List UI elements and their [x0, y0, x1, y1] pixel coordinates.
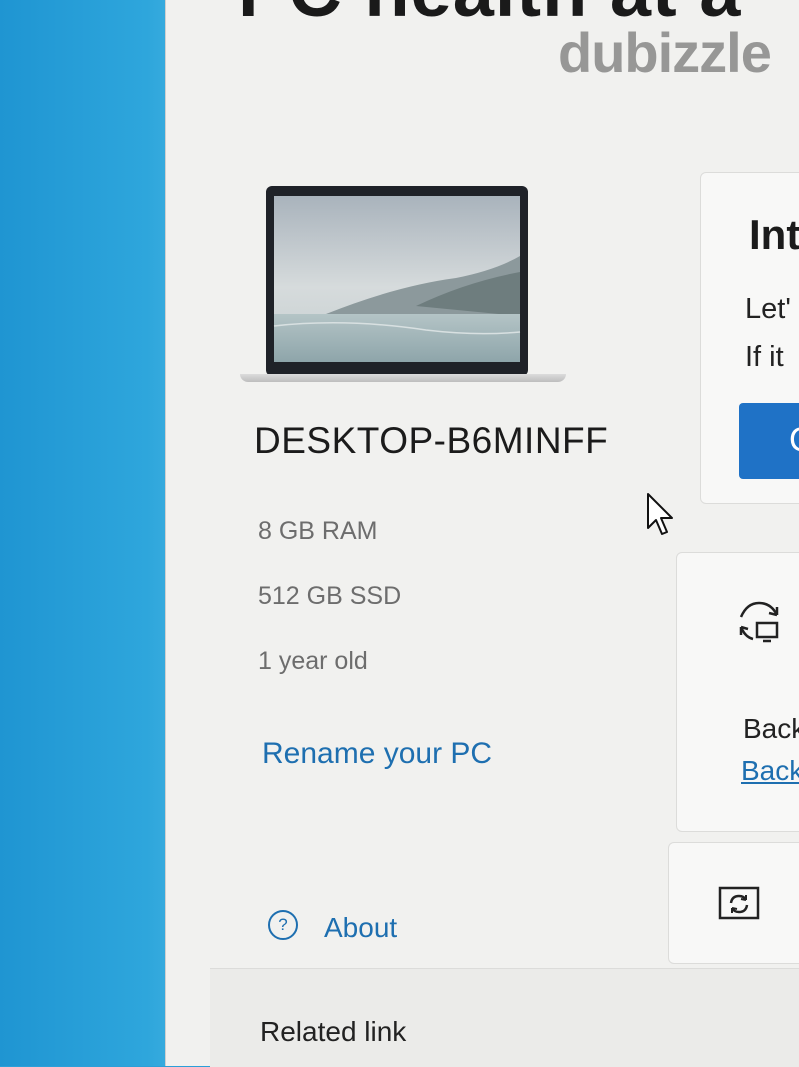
spec-ram: 8 GB RAM [258, 517, 378, 545]
sync-backup-icon [739, 601, 779, 643]
intro-card-button[interactable]: C [739, 403, 799, 479]
update-card [668, 842, 799, 964]
question-circle-icon: ? [268, 910, 298, 940]
spec-age: 1 year old [258, 647, 368, 675]
backup-card-link[interactable]: Back [741, 755, 799, 787]
mouse-cursor-icon [647, 493, 673, 535]
intro-card-button-label: C [789, 421, 799, 460]
intro-card-title: Int [749, 211, 799, 258]
about-label: About [324, 912, 398, 943]
laptop-illustration [240, 186, 566, 386]
laptop-screen [266, 186, 528, 376]
refresh-icon [718, 886, 760, 920]
rename-pc-link[interactable]: Rename your PC [262, 737, 492, 771]
pc-name: DESKTOP-B6MINFF [254, 420, 609, 461]
intro-card: Int Let' If it C [700, 172, 799, 504]
watermark: dubizzle [558, 21, 772, 84]
intro-card-line-2: If it [745, 341, 784, 373]
backup-card: Back Back [676, 552, 799, 832]
related-link-heading: Related link [260, 1016, 407, 1047]
spec-storage: 512 GB SSD [258, 582, 402, 610]
laptop-base [240, 374, 566, 382]
intro-card-line-1: Let' [745, 293, 791, 325]
landscape-wallpaper-image [273, 196, 521, 362]
backup-card-text: Back [743, 713, 799, 744]
